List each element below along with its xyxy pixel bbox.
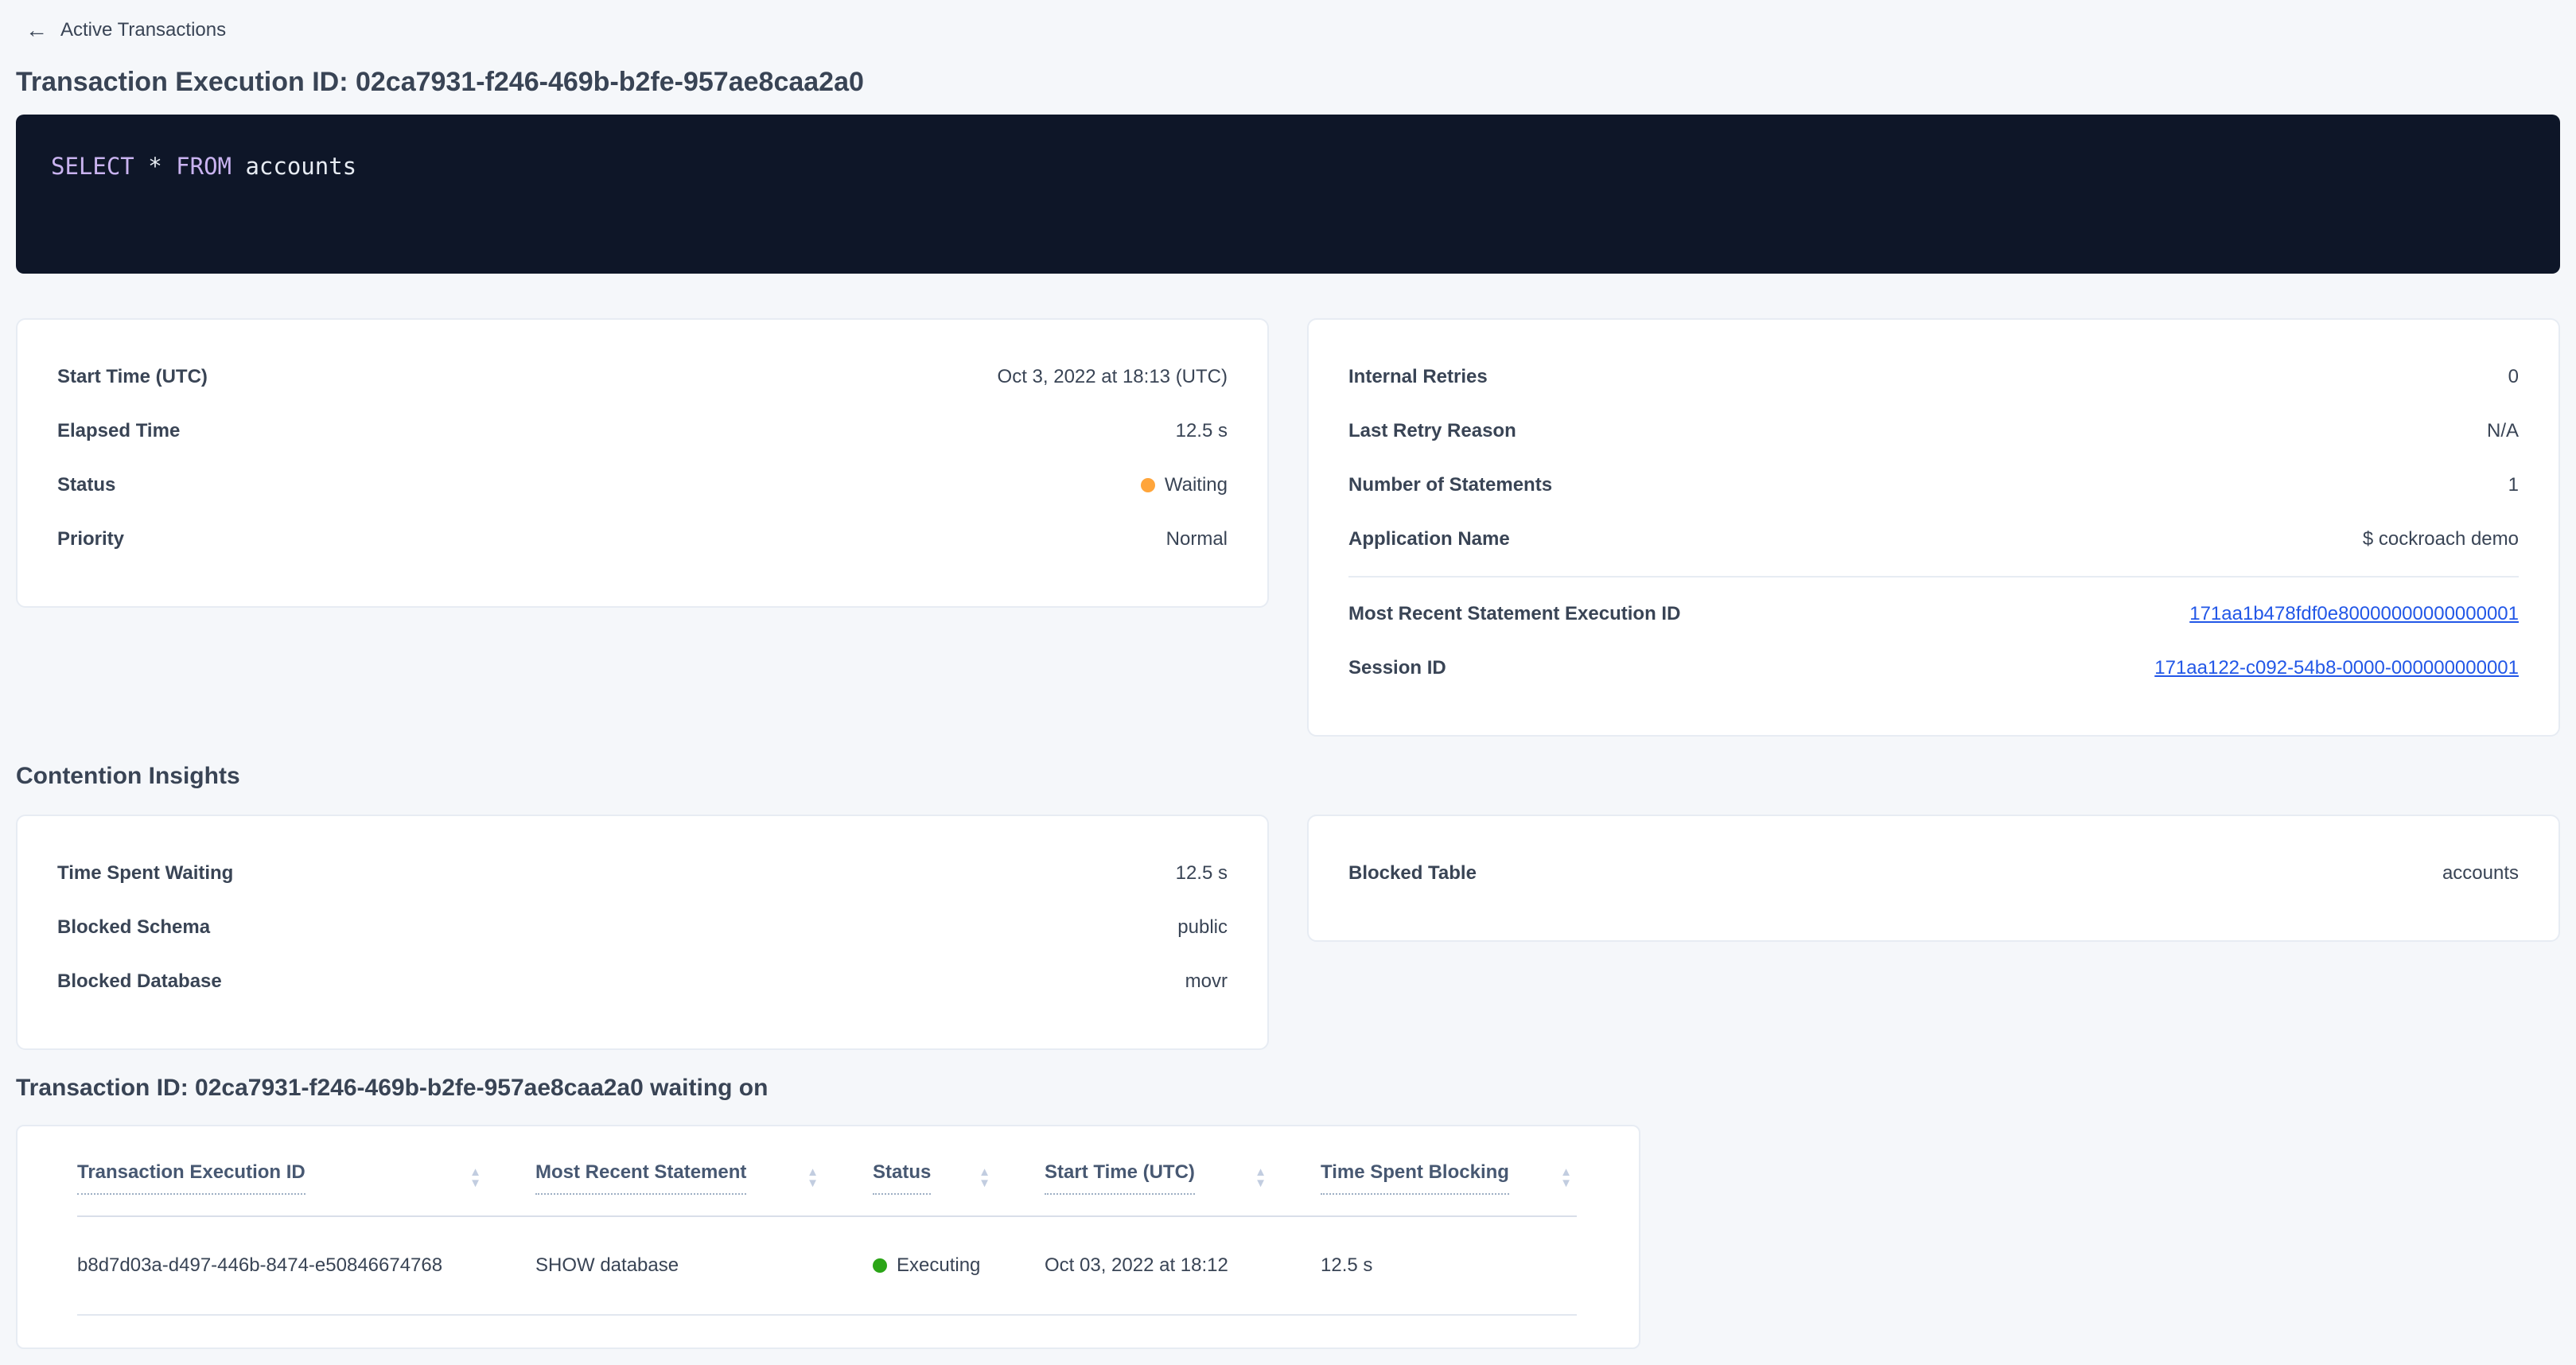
info-label: Internal Retries [1348,366,1488,388]
sort-icon: ▲▼ [1255,1167,1267,1189]
info-label: Application Name [1348,528,1510,550]
info-row-start-time: Start Time (UTC) Oct 3, 2022 at 18:13 (U… [57,350,1228,404]
info-value: 12.5 s [1176,862,1228,885]
info-label: Blocked Table [1348,862,1477,885]
info-row-session-id: Session ID 171aa122-c092-54b8-0000-00000… [1348,641,2519,695]
sort-icon: ▲▼ [979,1167,990,1189]
back-link-label: Active Transactions [60,19,226,41]
info-row-time-spent-waiting: Time Spent Waiting 12.5 s [57,846,1228,900]
info-label: Number of Statements [1348,474,1552,496]
info-row-number-of-statements: Number of Statements 1 [1348,458,2519,512]
cell-time-spent-blocking: 12.5 s [1321,1254,1577,1277]
status-badge: Waiting [1141,474,1228,496]
column-header-label: Most Recent Statement [535,1161,746,1195]
info-row-statement-execution-id: Most Recent Statement Execution ID 171aa… [1348,587,2519,641]
summary-cards: Start Time (UTC) Oct 3, 2022 at 18:13 (U… [16,318,2560,737]
info-row-application-name: Application Name $ cockroach demo [1348,512,2519,566]
status-executing-dot-icon [873,1258,887,1273]
contention-cards: Time Spent Waiting 12.5 s Blocked Schema… [16,815,2560,1050]
transaction-details-page: ← Active Transactions Transaction Execut… [0,0,2576,1349]
statement-execution-id-link[interactable]: 171aa1b478fdf0e80000000000000001 [2189,603,2519,625]
contention-card-left: Time Spent Waiting 12.5 s Blocked Schema… [16,815,1269,1050]
column-header-start-time[interactable]: Start Time (UTC) ▲▼ [1045,1161,1321,1195]
info-label: Status [57,474,115,496]
column-header-time-spent-blocking[interactable]: Time Spent Blocking ▲▼ [1321,1161,1577,1195]
status-text: Waiting [1165,474,1228,496]
info-value: N/A [2487,420,2519,442]
info-value: 0 [2508,366,2519,388]
waiting-on-heading: Transaction ID: 02ca7931-f246-469b-b2fe-… [16,1074,2560,1102]
status-text: Executing [897,1254,980,1277]
back-link[interactable]: ← Active Transactions [16,13,2560,45]
info-label: Start Time (UTC) [57,366,208,388]
contention-card-right: Blocked Table accounts [1307,815,2560,942]
sort-icon: ▲▼ [807,1167,819,1189]
column-header-label: Status [873,1161,931,1195]
table-header-row: Transaction Execution ID ▲▼ Most Recent … [77,1126,1577,1217]
back-arrow-icon: ← [25,19,48,41]
sort-icon: ▲▼ [1560,1167,1572,1189]
summary-card-right: Internal Retries 0 Last Retry Reason N/A… [1307,318,2560,737]
info-row-last-retry-reason: Last Retry Reason N/A [1348,404,2519,458]
info-row-internal-retries: Internal Retries 0 [1348,350,2519,404]
sql-statement-box: SELECT * FROM accounts [16,115,2560,274]
info-label: Session ID [1348,657,1446,679]
waiting-on-table: Transaction Execution ID ▲▼ Most Recent … [16,1125,1640,1349]
column-header-status[interactable]: Status ▲▼ [873,1161,1045,1195]
info-value: public [1177,916,1228,939]
sql-keyword: FROM [176,153,232,180]
column-header-label: Start Time (UTC) [1045,1161,1195,1195]
card-divider [1348,576,2519,578]
info-label: Blocked Database [57,970,222,993]
info-value: Oct 3, 2022 at 18:13 (UTC) [998,366,1228,388]
page-title: Transaction Execution ID: 02ca7931-f246-… [16,65,2560,99]
column-header-transaction-execution-id[interactable]: Transaction Execution ID ▲▼ [77,1161,535,1195]
info-value: 12.5 s [1176,420,1228,442]
info-value: movr [1185,970,1228,993]
table-row: b8d7d03a-d497-446b-8474-e50846674768 SHO… [77,1217,1577,1316]
info-value: Normal [1166,528,1228,550]
info-label: Elapsed Time [57,420,180,442]
info-value: accounts [2442,862,2519,885]
column-header-label: Time Spent Blocking [1321,1161,1509,1195]
info-row-blocked-database: Blocked Database movr [57,955,1228,1009]
info-row-elapsed-time: Elapsed Time 12.5 s [57,404,1228,458]
sql-table-name: accounts [232,153,356,180]
column-header-most-recent-statement[interactable]: Most Recent Statement ▲▼ [535,1161,873,1195]
info-row-blocked-schema: Blocked Schema public [57,900,1228,955]
info-label: Priority [57,528,124,550]
info-row-priority: Priority Normal [57,512,1228,566]
cell-most-recent-statement: SHOW database [535,1254,873,1277]
info-value: 1 [2508,474,2519,496]
column-header-label: Transaction Execution ID [77,1161,305,1195]
info-label: Blocked Schema [57,916,210,939]
cell-start-time: Oct 03, 2022 at 18:12 [1045,1254,1321,1277]
info-label: Time Spent Waiting [57,862,233,885]
info-label: Most Recent Statement Execution ID [1348,603,1680,625]
session-id-link[interactable]: 171aa122-c092-54b8-0000-000000000001 [2154,657,2519,679]
sql-text: * [134,153,176,180]
info-row-status: Status Waiting [57,458,1228,512]
contention-insights-heading: Contention Insights [16,762,2560,791]
info-row-blocked-table: Blocked Table accounts [1348,846,2519,900]
cell-transaction-execution-id: b8d7d03a-d497-446b-8474-e50846674768 [77,1254,535,1277]
summary-card-left: Start Time (UTC) Oct 3, 2022 at 18:13 (U… [16,318,1269,608]
sql-keyword: SELECT [51,153,134,180]
sort-icon: ▲▼ [469,1167,481,1189]
status-waiting-dot-icon [1141,478,1155,492]
info-label: Last Retry Reason [1348,420,1516,442]
info-value: $ cockroach demo [2363,528,2519,550]
cell-status: Executing [873,1254,1045,1277]
